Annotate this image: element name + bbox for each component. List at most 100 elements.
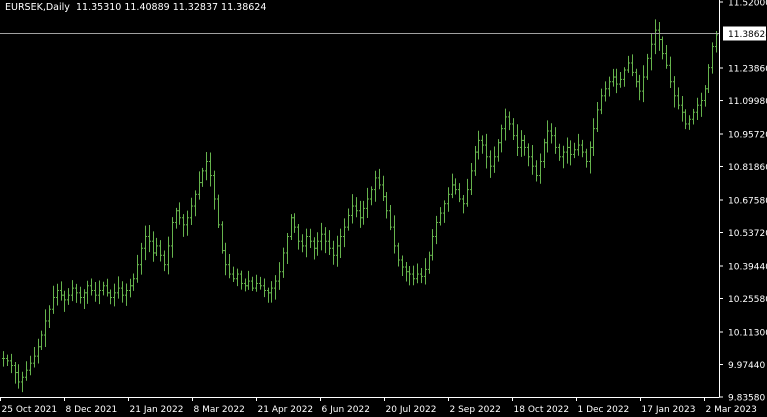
time-axis-label: 8 Dec 2021 [66, 405, 118, 415]
time-axis-labels: 25 Oct 2021 8 Dec 2021 21 Jan 2022 8 Mar 20… [0, 397, 757, 415]
ohlc-bar [704, 85, 707, 107]
ohlc-bar [71, 280, 74, 302]
ohlc-bar [301, 234, 304, 253]
ohlc-bar [86, 280, 89, 304]
ohlc-bar [240, 270, 243, 290]
price-axis-label: 9.83580 [728, 394, 765, 404]
ohlc-bar [293, 213, 296, 233]
ohlc-bar [37, 338, 40, 364]
ohlc-bar [615, 68, 618, 94]
ohlc-bar [48, 305, 51, 328]
time-axis-label: 1 Dec 2022 [578, 405, 630, 415]
ohlc-bar [665, 45, 668, 69]
ohlc-bar [106, 278, 109, 297]
ohlc-bar [236, 268, 239, 287]
ohlc-bar [523, 134, 526, 156]
ohlc-bar [569, 140, 572, 166]
ohlc-bar [684, 109, 687, 130]
ohlc-bar [159, 240, 162, 262]
ohlc-bar [596, 102, 599, 132]
ohlc-bars-group [2, 19, 718, 393]
ohlc-bar [221, 221, 224, 254]
chart-canvas[interactable]: 11.52000 11.23860 11.09980 10.95720 10.81860… [0, 0, 767, 417]
ohlc-bar [447, 187, 450, 212]
ohlc-bar [355, 197, 358, 218]
ohlc-bar [558, 143, 561, 161]
chart-ohlc-values: 11.35310 11.40889 11.32837 11.38624 [76, 2, 266, 13]
ohlc-bar [94, 282, 97, 302]
ohlc-bar [10, 353, 13, 374]
ohlc-bar [190, 197, 193, 225]
ohlc-bar [251, 276, 254, 291]
ohlc-bar [562, 145, 565, 169]
ohlc-bar [474, 146, 477, 176]
price-axis-label: 10.39440 [728, 262, 767, 272]
ohlc-bar [136, 254, 139, 283]
time-axis-label: 25 Oct 2021 [2, 405, 58, 415]
ohlc-bar [635, 68, 638, 88]
ohlc-bar [497, 139, 500, 162]
ohlc-bar [654, 19, 657, 55]
time-axis-label: 17 Jan 2023 [642, 405, 696, 415]
ohlc-bar [681, 95, 684, 122]
ohlc-bar [324, 227, 327, 254]
ohlc-bar [416, 263, 419, 284]
ohlc-bar [14, 361, 17, 384]
ohlc-bar [209, 152, 212, 187]
ohlc-bar [198, 171, 201, 200]
ohlc-bar [424, 258, 427, 285]
ohlc-bar [155, 237, 158, 256]
chart-symbol-label: EURSEK,Daily [5, 2, 70, 13]
ohlc-bar [508, 111, 511, 131]
ohlc-bar [44, 309, 47, 347]
ohlc-bar [205, 152, 208, 181]
ohlc-bar [458, 183, 461, 203]
ohlc-bar [646, 53, 649, 80]
ohlc-bar [543, 138, 546, 168]
ohlc-bar [554, 127, 557, 154]
ohlc-bar [286, 232, 289, 265]
ohlc-bar [512, 118, 515, 140]
ohlc-bar [140, 242, 143, 275]
ohlc-bar [385, 191, 388, 219]
ohlc-bar [592, 118, 595, 156]
ohlc-bar [431, 229, 434, 261]
ohlc-bar [278, 262, 281, 290]
ohlc-bar [535, 160, 538, 182]
ohlc-bar [332, 240, 335, 265]
ohlc-bar [152, 231, 155, 262]
price-chart[interactable]: 11.52000 11.23860 11.09980 10.95720 10.81860… [0, 0, 767, 417]
ohlc-bar [619, 71, 622, 88]
ohlc-bar [297, 224, 300, 250]
ohlc-bar [171, 217, 174, 258]
ohlc-bar [60, 281, 63, 301]
ohlc-bar [313, 237, 316, 260]
ohlc-bar [244, 278, 247, 292]
ohlc-bar [362, 200, 365, 225]
ohlc-bar [309, 228, 312, 248]
ohlc-bar [412, 265, 415, 286]
time-axis-label: 2 Mar 2023 [706, 405, 757, 415]
ohlc-bar [520, 130, 523, 157]
ohlc-bar [539, 153, 542, 184]
ohlc-bar [182, 214, 185, 237]
ohlc-bar [688, 115, 691, 130]
ohlc-bar [612, 68, 615, 87]
ohlc-bar [228, 253, 231, 279]
ohlc-bar [504, 108, 507, 141]
price-axis-label: 11.09980 [728, 97, 767, 107]
ohlc-bar [397, 242, 400, 267]
ohlc-bar [255, 274, 258, 292]
price-axis-label: 10.67580 [728, 196, 767, 206]
ohlc-bar [163, 250, 166, 272]
ohlc-bar [696, 97, 699, 121]
ohlc-bar [25, 361, 28, 381]
ohlc-bar [550, 123, 553, 144]
ohlc-bar [493, 146, 496, 173]
ohlc-bar [109, 289, 112, 305]
ohlc-bar [638, 74, 641, 101]
ohlc-bar [270, 281, 273, 303]
ohlc-bar [213, 170, 216, 210]
ohlc-bar [531, 144, 534, 175]
ohlc-bar [527, 143, 530, 167]
